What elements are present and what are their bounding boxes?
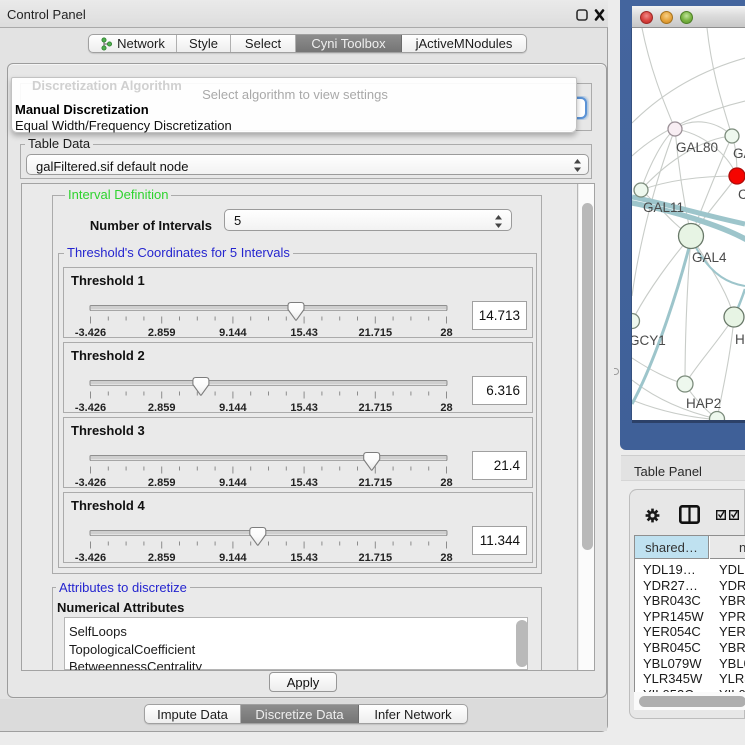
svg-text:GAL4: GAL4: [692, 250, 727, 265]
svg-text:GCY1: GCY1: [632, 333, 666, 348]
svg-text:GAL80: GAL80: [676, 140, 718, 155]
svg-text:GAL11: GAL11: [643, 200, 684, 215]
svg-text:H: H: [735, 332, 745, 347]
svg-text:GA: GA: [733, 146, 745, 161]
svg-text:HAP2: HAP2: [686, 396, 721, 411]
svg-text:C: C: [738, 187, 745, 202]
